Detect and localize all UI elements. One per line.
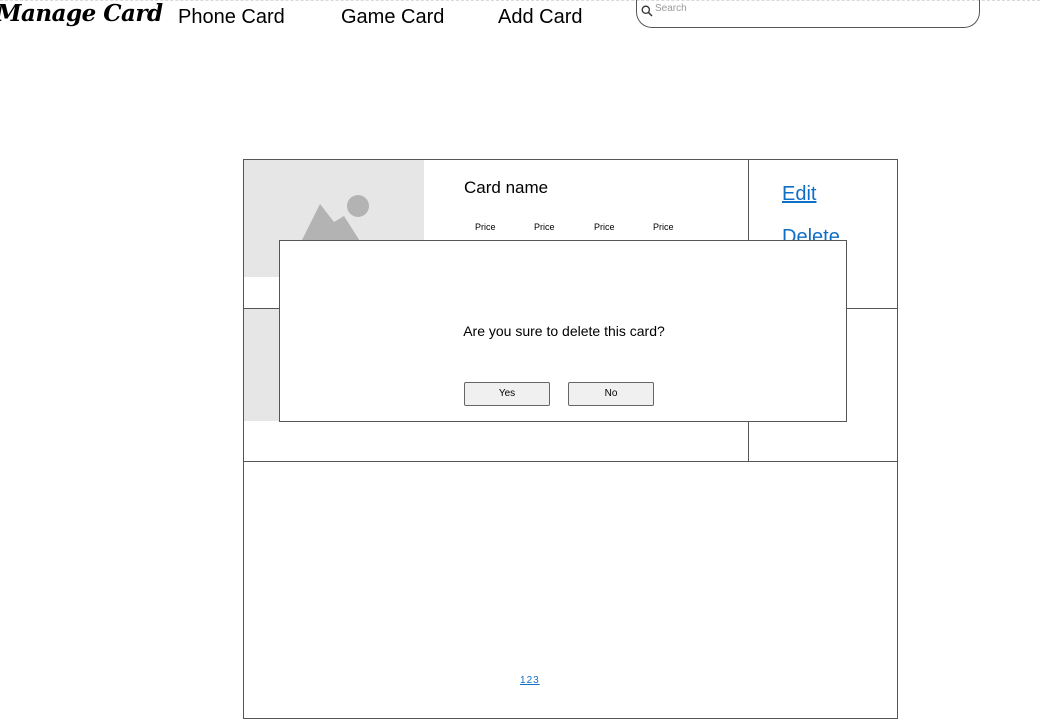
pagination: 123 (520, 675, 540, 686)
dialog-message: Are you sure to delete this card? (463, 323, 665, 339)
price-label: Price (653, 222, 674, 232)
search-box[interactable] (636, 0, 980, 28)
price-label: Price (475, 222, 496, 232)
brand-logo[interactable]: Manage Card (0, 0, 163, 27)
edit-link[interactable]: Edit (782, 183, 816, 206)
search-input[interactable] (655, 3, 955, 14)
row-divider (243, 461, 898, 462)
price-label: Price (594, 222, 615, 232)
yes-button[interactable]: Yes (464, 382, 550, 406)
delete-confirm-dialog: Are you sure to delete this card? Yes No (279, 240, 847, 422)
price-label: Price (534, 222, 555, 232)
search-icon (641, 4, 653, 22)
nav-phone-card[interactable]: Phone Card (178, 6, 285, 29)
nav-add-card[interactable]: Add Card (498, 6, 583, 29)
no-button[interactable]: No (568, 382, 654, 406)
page-link-3[interactable]: 3 (533, 675, 540, 686)
card-name: Card name (464, 178, 549, 197)
nav-game-card[interactable]: Game Card (341, 6, 444, 29)
